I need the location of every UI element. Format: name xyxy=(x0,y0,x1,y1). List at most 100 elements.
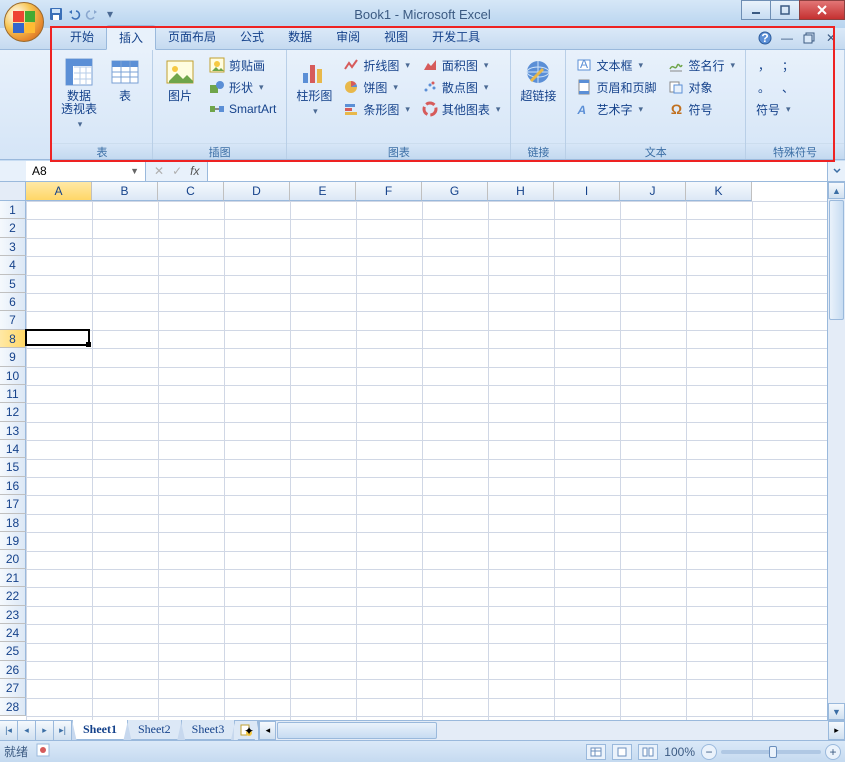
pie-chart-button[interactable]: 饼图▾ xyxy=(339,76,414,98)
column-header-I[interactable]: I xyxy=(554,182,620,201)
column-header-C[interactable]: C xyxy=(158,182,224,201)
office-button[interactable] xyxy=(4,2,44,42)
picture-button[interactable]: 图片 xyxy=(159,54,201,105)
row-header-1[interactable]: 1 xyxy=(0,201,26,219)
active-cell[interactable] xyxy=(25,329,90,346)
mdi-close-icon[interactable]: ✕ xyxy=(823,30,839,46)
scroll-down-icon[interactable]: ▼ xyxy=(828,703,845,720)
column-header-H[interactable]: H xyxy=(488,182,554,201)
column-header-J[interactable]: J xyxy=(620,182,686,201)
save-icon[interactable] xyxy=(48,6,64,22)
tab-页面布局[interactable]: 页面布局 xyxy=(156,25,228,49)
scroll-up-icon[interactable]: ▲ xyxy=(828,182,845,199)
tab-插入[interactable]: 插入 xyxy=(106,25,156,50)
pagebreak-view-icon[interactable] xyxy=(638,744,658,760)
minimize-button[interactable] xyxy=(741,0,771,20)
row-header-17[interactable]: 17 xyxy=(0,495,26,513)
area-chart-button[interactable]: 面积图▾ xyxy=(418,54,505,76)
qat-customize-icon[interactable]: ▾ xyxy=(102,6,118,22)
row-header-5[interactable]: 5 xyxy=(0,275,26,293)
mdi-minimize-icon[interactable]: — xyxy=(779,30,795,46)
hscroll-thumb[interactable] xyxy=(277,722,437,739)
row-header-18[interactable]: 18 xyxy=(0,514,26,532)
hyperlink-button[interactable]: 超链接 xyxy=(517,54,559,105)
row-header-7[interactable]: 7 xyxy=(0,311,26,329)
row-header-22[interactable]: 22 xyxy=(0,587,26,605)
comma-button[interactable]: ， xyxy=(752,54,776,76)
normal-view-icon[interactable] xyxy=(586,744,606,760)
column-header-G[interactable]: G xyxy=(422,182,488,201)
row-header-2[interactable]: 2 xyxy=(0,219,26,237)
column-header-B[interactable]: B xyxy=(92,182,158,201)
sheet-tab-Sheet2[interactable]: Sheet2 xyxy=(127,720,182,740)
tab-开始[interactable]: 开始 xyxy=(58,25,106,49)
column-header-D[interactable]: D xyxy=(224,182,290,201)
scroll-left-icon[interactable]: ◂ xyxy=(259,721,276,740)
row-header-3[interactable]: 3 xyxy=(0,238,26,256)
smartart-button[interactable]: SmartArt xyxy=(205,98,280,120)
mdi-restore-icon[interactable] xyxy=(801,30,817,46)
column-chart-button[interactable]: 柱形图▾ xyxy=(293,54,335,120)
column-header-K[interactable]: K xyxy=(686,182,752,201)
vscroll-thumb[interactable] xyxy=(829,200,844,320)
row-header-12[interactable]: 12 xyxy=(0,403,26,421)
cancel-icon[interactable]: ✕ xyxy=(154,164,164,178)
symbols-dd-button[interactable]: 符号▾ xyxy=(752,98,795,120)
row-header-6[interactable]: 6 xyxy=(0,293,26,311)
close-button[interactable] xyxy=(799,0,845,20)
enter-icon[interactable]: ✓ xyxy=(172,164,182,178)
row-header-10[interactable]: 10 xyxy=(0,367,26,385)
bar-chart-button[interactable]: 条形图▾ xyxy=(339,98,414,120)
new-sheet-icon[interactable]: ✦ xyxy=(234,721,258,740)
sheet-last-icon[interactable]: ▸| xyxy=(54,721,72,740)
column-header-F[interactable]: F xyxy=(356,182,422,201)
pivot-table-button[interactable]: 数据 透视表▾ xyxy=(58,54,100,133)
worksheet-grid[interactable]: ABCDEFGHIJK 1234567891011121314151617181… xyxy=(0,182,845,720)
sheet-tab-Sheet1[interactable]: Sheet1 xyxy=(72,720,128,740)
caesura-button[interactable]: 、 xyxy=(776,76,800,98)
column-header-E[interactable]: E xyxy=(290,182,356,201)
shapes-button[interactable]: 形状▾ xyxy=(205,76,280,98)
sheet-first-icon[interactable]: |◂ xyxy=(0,721,18,740)
tab-公式[interactable]: 公式 xyxy=(228,25,276,49)
textbox-button[interactable]: A文本框▾ xyxy=(572,54,660,76)
row-header-26[interactable]: 26 xyxy=(0,661,26,679)
row-header-28[interactable]: 28 xyxy=(0,698,26,716)
formula-input[interactable] xyxy=(208,161,827,181)
fx-icon[interactable]: fx xyxy=(190,164,199,178)
row-header-15[interactable]: 15 xyxy=(0,458,26,476)
sheet-prev-icon[interactable]: ◂ xyxy=(18,721,36,740)
redo-icon[interactable] xyxy=(84,6,100,22)
scroll-right-icon[interactable]: ▸ xyxy=(828,721,845,740)
row-header-4[interactable]: 4 xyxy=(0,256,26,274)
formula-expand-icon[interactable] xyxy=(827,161,845,181)
row-header-24[interactable]: 24 xyxy=(0,624,26,642)
pagelayout-view-icon[interactable] xyxy=(612,744,632,760)
tab-开发工具[interactable]: 开发工具 xyxy=(420,25,492,49)
clipart-button[interactable]: 剪贴画 xyxy=(205,54,280,76)
row-header-23[interactable]: 23 xyxy=(0,606,26,624)
symbol-button[interactable]: Ω符号 xyxy=(664,98,739,120)
signature-button[interactable]: 签名行▾ xyxy=(664,54,739,76)
row-header-8[interactable]: 8 xyxy=(0,330,26,348)
undo-icon[interactable] xyxy=(66,6,82,22)
row-header-19[interactable]: 19 xyxy=(0,532,26,550)
line-chart-button[interactable]: 折线图▾ xyxy=(339,54,414,76)
zoom-out-icon[interactable]: − xyxy=(701,744,717,760)
zoom-level[interactable]: 100% xyxy=(664,745,695,759)
sheet-tab-Sheet3[interactable]: Sheet3 xyxy=(181,720,236,740)
horizontal-scrollbar[interactable]: ◂ ▸ xyxy=(258,721,845,740)
wordart-button[interactable]: A艺术字▾ xyxy=(572,98,660,120)
row-header-13[interactable]: 13 xyxy=(0,422,26,440)
select-all-corner[interactable] xyxy=(0,182,26,201)
row-header-21[interactable]: 21 xyxy=(0,569,26,587)
headerfooter-button[interactable]: 页眉和页脚 xyxy=(572,76,660,98)
object-button[interactable]: 对象 xyxy=(664,76,739,98)
table-button[interactable]: 表 xyxy=(104,54,146,105)
zoom-slider[interactable] xyxy=(721,750,821,754)
zoom-in-icon[interactable]: + xyxy=(825,744,841,760)
macro-record-icon[interactable] xyxy=(36,743,50,760)
sheet-next-icon[interactable]: ▸ xyxy=(36,721,54,740)
maximize-button[interactable] xyxy=(770,0,800,20)
stop-button[interactable]: 。 xyxy=(752,76,776,98)
